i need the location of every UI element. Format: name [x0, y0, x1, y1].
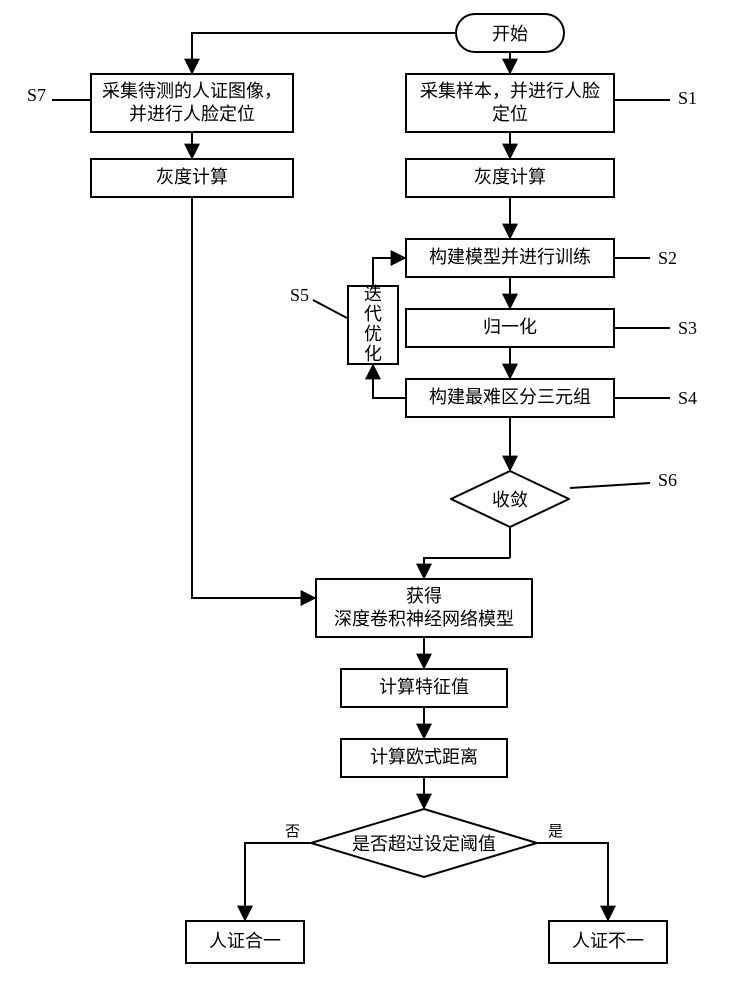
s5-label: S5 [290, 285, 309, 306]
start-terminator: 开始 [455, 13, 565, 53]
s3-label: S3 [678, 318, 697, 339]
gray-r-box: 灰度计算 [405, 158, 615, 198]
s5-text: 迭代优化 [357, 285, 389, 364]
calc-feat-text: 计算特征值 [379, 676, 469, 699]
calc-feat-box: 计算特征值 [340, 668, 508, 708]
result-nomatch-text: 人证不一 [572, 930, 644, 953]
s7-box: 采集待测的人证图像，并进行人脸定位 [90, 73, 294, 133]
s7-label: S7 [27, 85, 46, 106]
obtain-l2: 深度卷积神经网络模型 [334, 608, 514, 631]
result-nomatch-box: 人证不一 [548, 920, 668, 964]
result-match-text: 人证合一 [209, 930, 281, 953]
s2-label: S2 [658, 248, 677, 269]
s4-box: 构建最难区分三元组 [405, 378, 615, 418]
start-text: 开始 [492, 20, 528, 46]
s1-text: 采集样本，并进行人脸定位 [415, 80, 605, 127]
s3-text: 归一化 [483, 316, 537, 339]
s4-label: S4 [678, 388, 697, 409]
threshold-text: 是否超过设定阈值 [352, 830, 496, 856]
gray-r-text: 灰度计算 [474, 166, 546, 189]
s6-text: 收敛 [492, 486, 528, 512]
obtain-l1: 获得 [406, 585, 442, 608]
calc-euclid-text: 计算欧式距离 [370, 746, 478, 769]
s2-box: 构建模型并进行训练 [405, 238, 615, 278]
s1-box: 采集样本，并进行人脸定位 [405, 73, 615, 133]
gray-l-box: 灰度计算 [90, 158, 294, 198]
s1-label: S1 [678, 88, 697, 109]
result-match-box: 人证合一 [185, 920, 305, 964]
gray-l-text: 灰度计算 [156, 166, 228, 189]
s5-box: 迭代优化 [347, 285, 399, 365]
s7-text: 采集待测的人证图像，并进行人脸定位 [100, 80, 284, 127]
s3-box: 归一化 [405, 308, 615, 348]
obtain-box: 获得 深度卷积神经网络模型 [315, 578, 533, 638]
threshold-decision: 是否超过设定阈值 [310, 808, 538, 878]
s4-text: 构建最难区分三元组 [429, 386, 591, 409]
branch-no-label: 否 [285, 820, 300, 841]
s6-decision: 收敛 [450, 470, 570, 528]
s2-text: 构建模型并进行训练 [429, 246, 591, 269]
calc-euclid-box: 计算欧式距离 [340, 738, 508, 778]
branch-yes-label: 是 [548, 820, 563, 841]
s6-label: S6 [658, 470, 677, 491]
